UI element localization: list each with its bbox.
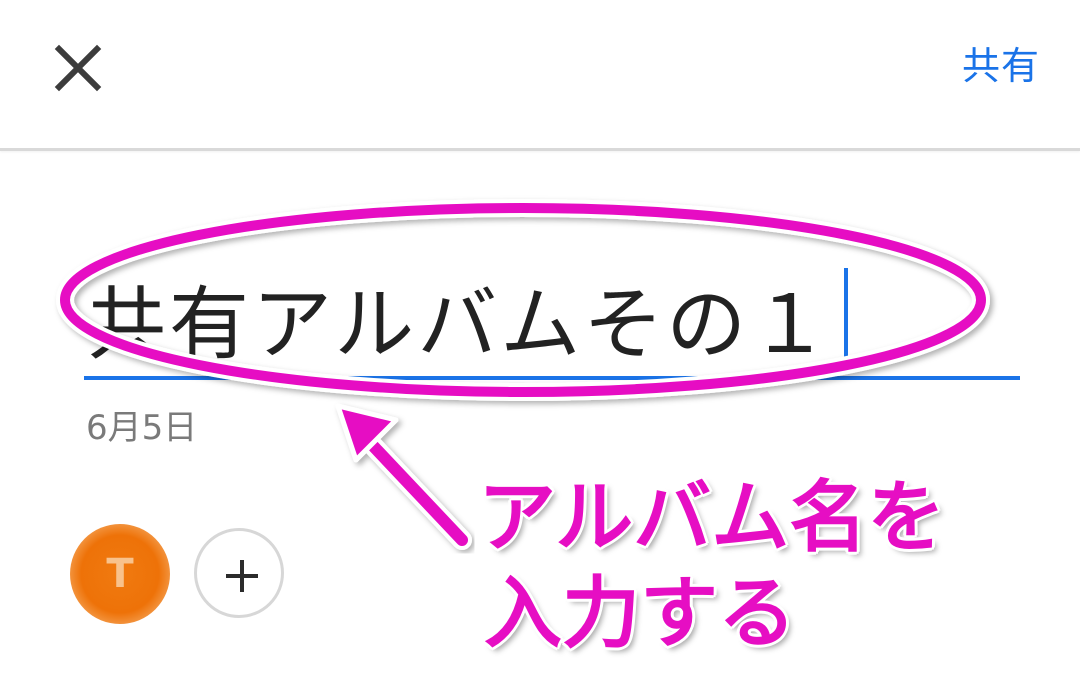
highlight-ellipse-stroke xyxy=(60,203,986,397)
annotation-arrow-stroke xyxy=(354,426,468,546)
annotation-line-2: 入力する xyxy=(484,569,797,659)
annotation-text: アルバム名を 入力する xyxy=(478,470,945,662)
annotation-line-1: アルバム名を xyxy=(478,473,946,563)
